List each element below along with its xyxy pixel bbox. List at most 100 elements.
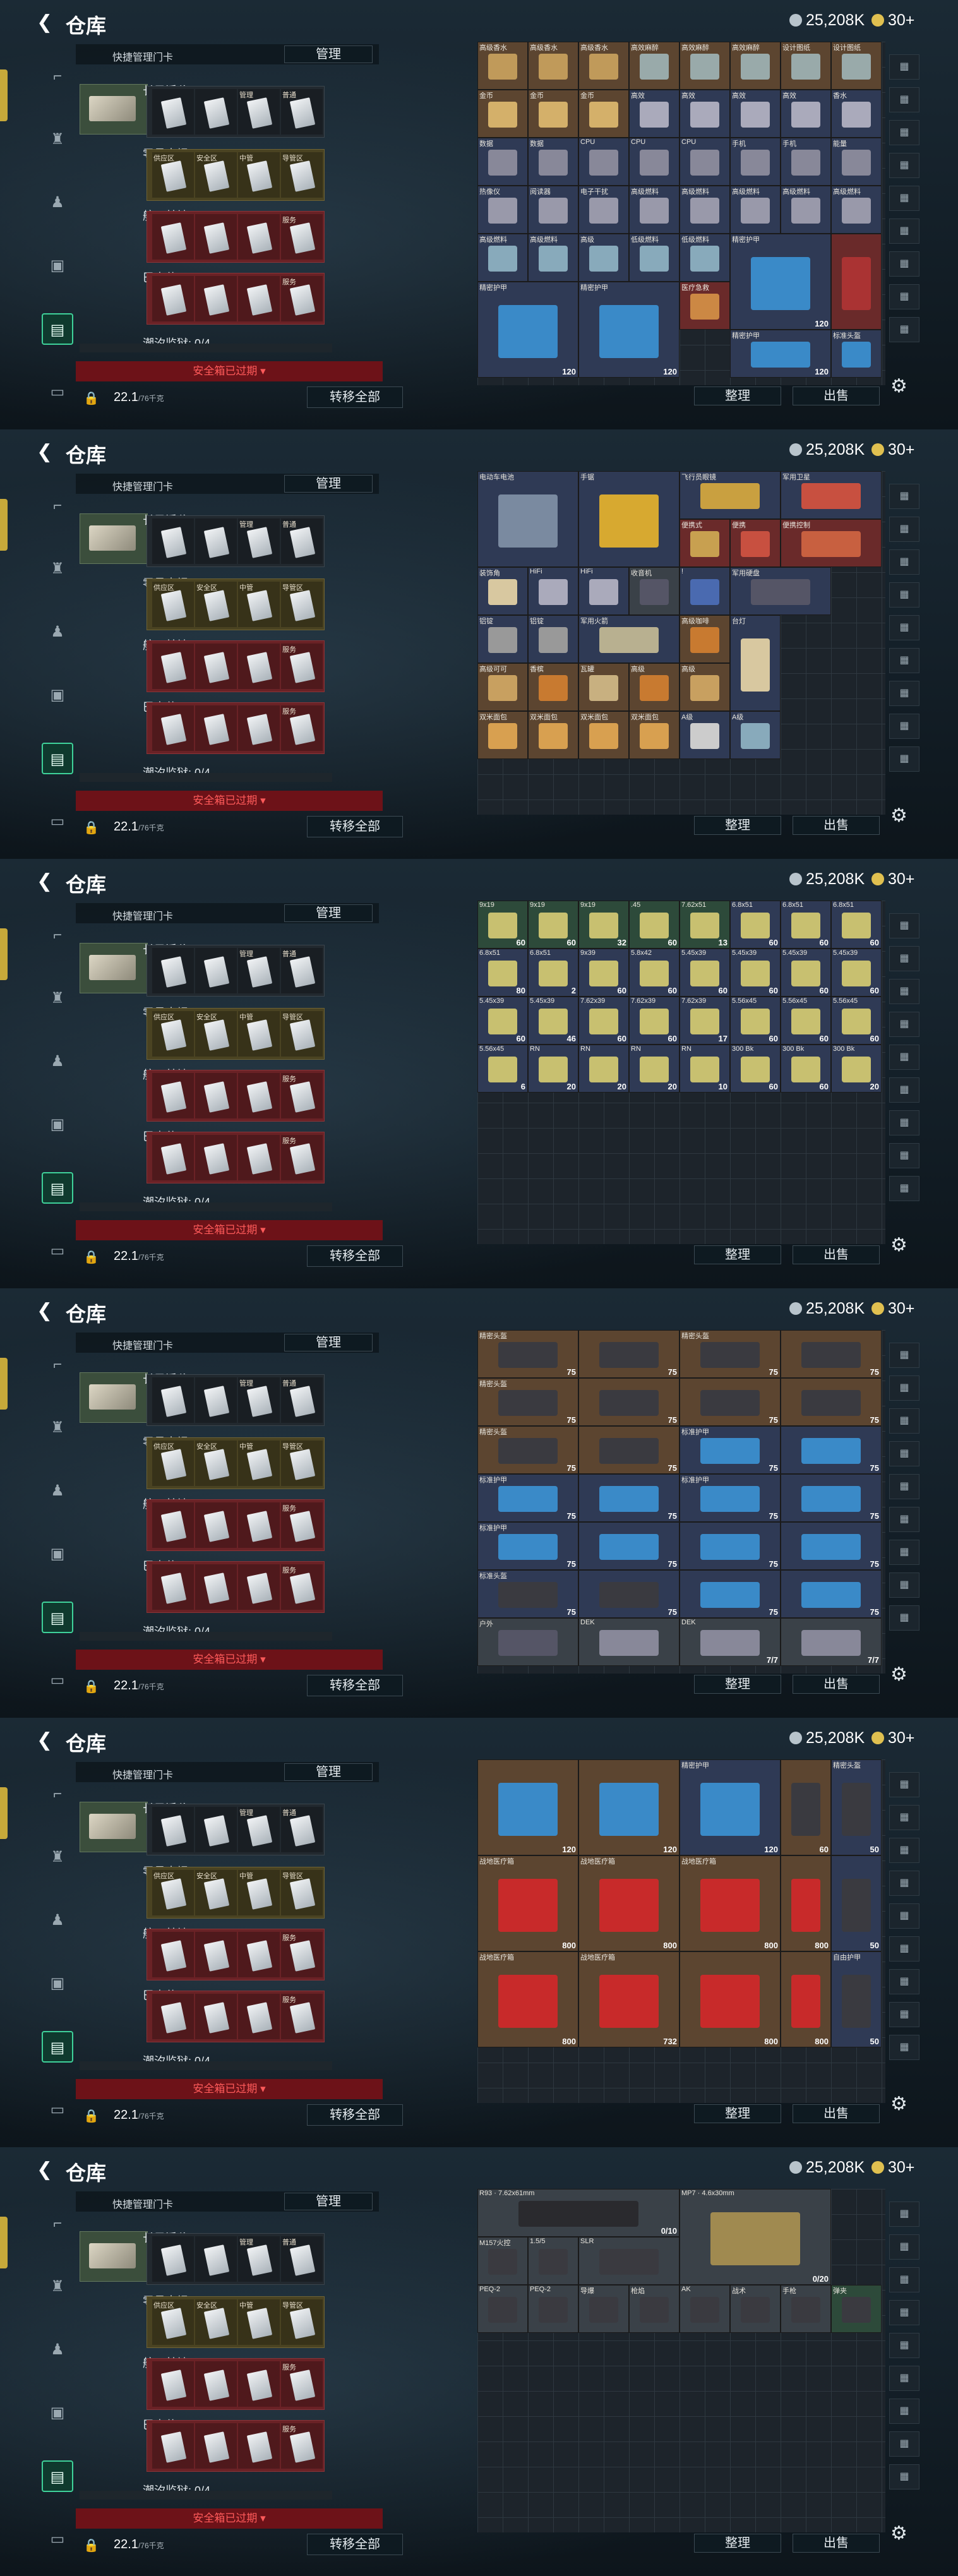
safe-box-expired-banner[interactable]: 安全箱已过期 ▾ <box>76 2508 383 2529</box>
inventory-item[interactable]: 75 <box>578 1522 680 1570</box>
keycard-slot[interactable] <box>80 1802 148 1852</box>
inventory-item[interactable]: 精密头盔 75 <box>680 1330 781 1378</box>
keycard-item[interactable]: 安全区 <box>195 2299 237 2345</box>
inventory-item[interactable]: 6.8x51 60 <box>730 901 781 949</box>
inventory-item[interactable]: 标准护甲 75 <box>680 1474 781 1522</box>
category-armor-icon[interactable]: ▦ <box>889 120 919 145</box>
backpack-icon[interactable]: ♟ <box>42 1475 73 1507</box>
inventory-item[interactable]: 高级香水 <box>578 42 629 90</box>
category-misc-icon[interactable]: ▦ <box>889 1540 919 1565</box>
manage-button[interactable]: 管理 <box>284 475 373 493</box>
category-all-icon[interactable]: ▦ <box>889 2202 919 2227</box>
keycard-item[interactable]: 普通 <box>281 1807 323 1852</box>
inventory-item[interactable]: 战地医疗箱 800 <box>477 1855 578 1951</box>
keycard-item[interactable] <box>152 518 194 564</box>
category-armor-icon[interactable]: ▦ <box>889 2267 919 2292</box>
keycard-item[interactable] <box>152 1377 194 1423</box>
backpack-icon[interactable]: ♟ <box>42 1046 73 1077</box>
category-meds-icon[interactable]: ▦ <box>889 1903 919 1929</box>
keycard-item[interactable]: 普通 <box>281 518 323 564</box>
inventory-item[interactable]: 电动车电池 <box>477 471 578 567</box>
inventory-item[interactable]: 高级香水 <box>477 42 528 90</box>
inventory-item[interactable]: 6.8x51 60 <box>831 901 882 949</box>
inventory-item[interactable]: 9x39 60 <box>578 949 629 997</box>
inventory-item[interactable]: 高级可可 <box>477 663 528 711</box>
inventory-item[interactable]: 便携式 <box>680 519 730 567</box>
keycard-item[interactable] <box>195 2236 237 2282</box>
keycard-item[interactable]: 服务 <box>281 644 323 689</box>
keycard-item[interactable]: 导管区 <box>281 2299 323 2345</box>
inventory-item[interactable]: 800 <box>781 1951 831 2047</box>
inventory-item[interactable]: 双米面包 <box>528 711 578 759</box>
inventory-item[interactable]: 高级咖啡 <box>680 615 730 663</box>
inventory-item[interactable]: 导爆 <box>578 2285 629 2333</box>
inventory-item[interactable]: 战地医疗箱 732 <box>578 1951 680 2047</box>
inventory-item[interactable]: 设计图纸 <box>831 42 882 90</box>
keycard-item[interactable]: 中管 <box>238 1441 280 1486</box>
inventory-item[interactable]: 精密头盔 50 <box>831 1759 882 1855</box>
inventory-item[interactable]: 75 <box>781 1522 882 1570</box>
transfer-all-button[interactable]: 转移全部 <box>307 386 403 408</box>
keycard-item[interactable]: 管理 <box>238 1807 280 1852</box>
manage-button[interactable]: 管理 <box>284 1763 373 1781</box>
keycard-item[interactable] <box>152 1073 194 1118</box>
sort-button[interactable]: 整理 <box>694 2534 781 2553</box>
category-meds-icon[interactable]: ▦ <box>889 1474 919 1499</box>
inventory-item[interactable]: CPU <box>629 138 680 186</box>
inventory-item[interactable]: 高效 <box>680 90 730 138</box>
keycard-slot[interactable] <box>80 1372 148 1423</box>
inventory-item[interactable]: 5.56x45 60 <box>781 997 831 1045</box>
armor-icon[interactable]: ♜ <box>42 1842 73 1873</box>
case-icon[interactable]: ▣ <box>42 1538 73 1570</box>
sort-button[interactable]: 整理 <box>694 1245 781 1264</box>
keycard-item[interactable]: 供应区 <box>152 1870 194 1915</box>
case-icon[interactable]: ▣ <box>42 250 73 282</box>
inventory-item[interactable]: 高效 <box>730 90 781 138</box>
inventory-item[interactable]: 5.56x45 6 <box>477 1045 528 1093</box>
inventory-item[interactable]: 铝锭 <box>528 615 578 663</box>
manage-button[interactable]: 管理 <box>284 904 373 922</box>
safe-box-expired-banner[interactable]: 安全箱已过期 ▾ <box>76 2079 383 2099</box>
category-loot-icon[interactable]: ▦ <box>889 2002 919 2027</box>
category-loot-icon[interactable]: ▦ <box>889 714 919 739</box>
inventory-item[interactable]: 手锯 <box>578 471 680 567</box>
chest-icon[interactable]: ▭ <box>42 806 73 837</box>
inventory-item[interactable]: 香水 <box>831 90 882 138</box>
inventory-item[interactable]: 5.45x39 60 <box>781 949 831 997</box>
inventory-item[interactable]: ! <box>680 567 730 615</box>
inventory-item[interactable]: 精密头盔 75 <box>477 1426 578 1474</box>
pistol-icon[interactable]: ⌐ <box>42 1778 73 1810</box>
inventory-item[interactable]: RN 20 <box>578 1045 629 1093</box>
keycard-item[interactable]: 中管 <box>238 2299 280 2345</box>
pistol-icon[interactable]: ⌐ <box>42 490 73 522</box>
keycard-item[interactable]: 导管区 <box>281 1870 323 1915</box>
inventory-item[interactable]: 数据 <box>528 138 578 186</box>
keycard-item[interactable]: 服务 <box>281 1564 323 1610</box>
keycard-item[interactable]: 服务 <box>281 705 323 751</box>
category-keys-icon[interactable]: ▦ <box>889 1507 919 1532</box>
chest-icon[interactable]: ▭ <box>42 2094 73 2126</box>
category-weapons-icon[interactable]: ▦ <box>889 946 919 971</box>
inventory-item[interactable]: 低级燃料 <box>629 234 680 282</box>
inventory-item[interactable]: 高级 <box>680 663 730 711</box>
inventory-item[interactable]: 高级燃料 <box>477 234 528 282</box>
inventory-item[interactable]: 高效麻醉 <box>680 42 730 90</box>
keycard-item[interactable] <box>152 1994 194 2039</box>
safe-box-expired-banner[interactable]: 安全箱已过期 ▾ <box>76 791 383 811</box>
case-icon[interactable]: ▣ <box>42 1968 73 1999</box>
inventory-item[interactable]: 高级燃料 <box>680 186 730 234</box>
category-keys-icon[interactable]: ▦ <box>889 1936 919 1962</box>
keycard-item[interactable] <box>195 276 237 321</box>
manage-button[interactable]: 管理 <box>284 45 373 63</box>
inventory-item[interactable]: 50 <box>831 1855 882 1951</box>
inventory-item[interactable]: 阅读器 <box>528 186 578 234</box>
category-locked-icon[interactable]: ▦ <box>889 317 919 342</box>
keycard-item[interactable]: 管理 <box>238 518 280 564</box>
inventory-item[interactable]: M157火控 <box>477 2237 528 2285</box>
category-loot-icon[interactable]: ▦ <box>889 284 919 309</box>
keycard-slot[interactable] <box>80 84 148 135</box>
inventory-item[interactable]: 手机 <box>730 138 781 186</box>
keycard-item[interactable]: 安全区 <box>195 582 237 627</box>
inventory-item[interactable]: 双米面包 <box>477 711 528 759</box>
pistol-icon[interactable]: ⌐ <box>42 1349 73 1381</box>
